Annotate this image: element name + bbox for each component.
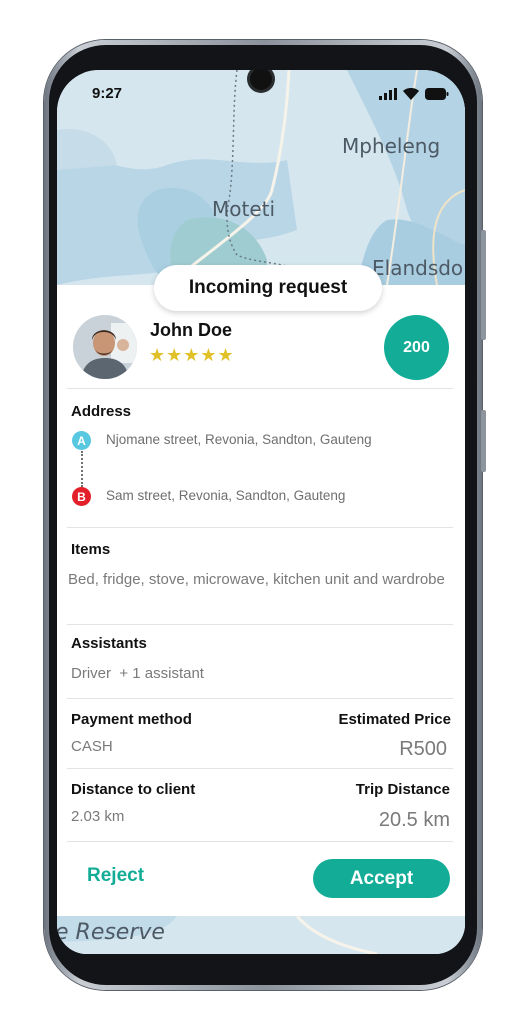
payment-method-label: Payment method bbox=[71, 711, 192, 728]
battery-icon bbox=[425, 88, 449, 100]
distance-to-client-value: 2.03 km bbox=[71, 808, 125, 825]
divider bbox=[67, 388, 453, 389]
user-photo bbox=[73, 315, 137, 379]
divider bbox=[67, 841, 453, 842]
pickup-marker-icon: A bbox=[72, 431, 91, 450]
estimated-price-value: R500 bbox=[399, 738, 447, 760]
items-value: Bed, fridge, stove, microwave, kitchen u… bbox=[68, 571, 445, 588]
reject-button[interactable]: Reject bbox=[87, 865, 144, 887]
payment-method-value: CASH bbox=[71, 738, 113, 755]
divider bbox=[67, 527, 453, 528]
map-label: Mpheleng bbox=[342, 134, 441, 158]
assistants-label: Assistants bbox=[71, 635, 147, 652]
card-title: Incoming request bbox=[154, 265, 382, 311]
map-label: Moteti bbox=[212, 197, 276, 221]
divider bbox=[67, 698, 453, 699]
rating-stars: ★★★★★ bbox=[149, 345, 235, 365]
power-button bbox=[481, 410, 486, 472]
address-label: Address bbox=[71, 403, 132, 420]
phone-screen: Mpheleng Moteti Elandsdo e Reserve 9:27 … bbox=[57, 70, 465, 954]
divider bbox=[67, 768, 453, 769]
estimated-price-label: Estimated Price bbox=[338, 711, 451, 728]
trip-distance-label: Trip Distance bbox=[355, 781, 450, 798]
status-icons bbox=[379, 88, 449, 100]
accept-button[interactable]: Accept bbox=[313, 859, 450, 898]
items-label: Items bbox=[71, 541, 111, 558]
score-badge: 200 bbox=[384, 315, 449, 380]
trip-distance-value: 20.5 km bbox=[378, 809, 450, 831]
route-line bbox=[81, 451, 83, 487]
client-name: John Doe bbox=[150, 320, 233, 340]
assistants-value: Driver + 1 assistant bbox=[71, 665, 204, 682]
wifi-icon bbox=[403, 88, 419, 100]
dropoff-address: Sam street, Revonia, Sandton, Gauteng bbox=[106, 488, 346, 503]
pickup-address: Njomane street, Revonia, Sandton, Gauten… bbox=[106, 432, 372, 447]
map-label: Elandsdo bbox=[372, 256, 464, 280]
avatar bbox=[73, 315, 137, 379]
dropoff-marker-icon: B bbox=[72, 487, 91, 506]
status-time: 9:27 bbox=[92, 85, 123, 102]
divider bbox=[67, 624, 453, 625]
signal-icon bbox=[379, 88, 397, 100]
map-label: e Reserve bbox=[57, 920, 165, 945]
distance-to-client-label: Distance to client bbox=[71, 781, 196, 798]
volume-button bbox=[481, 230, 486, 340]
